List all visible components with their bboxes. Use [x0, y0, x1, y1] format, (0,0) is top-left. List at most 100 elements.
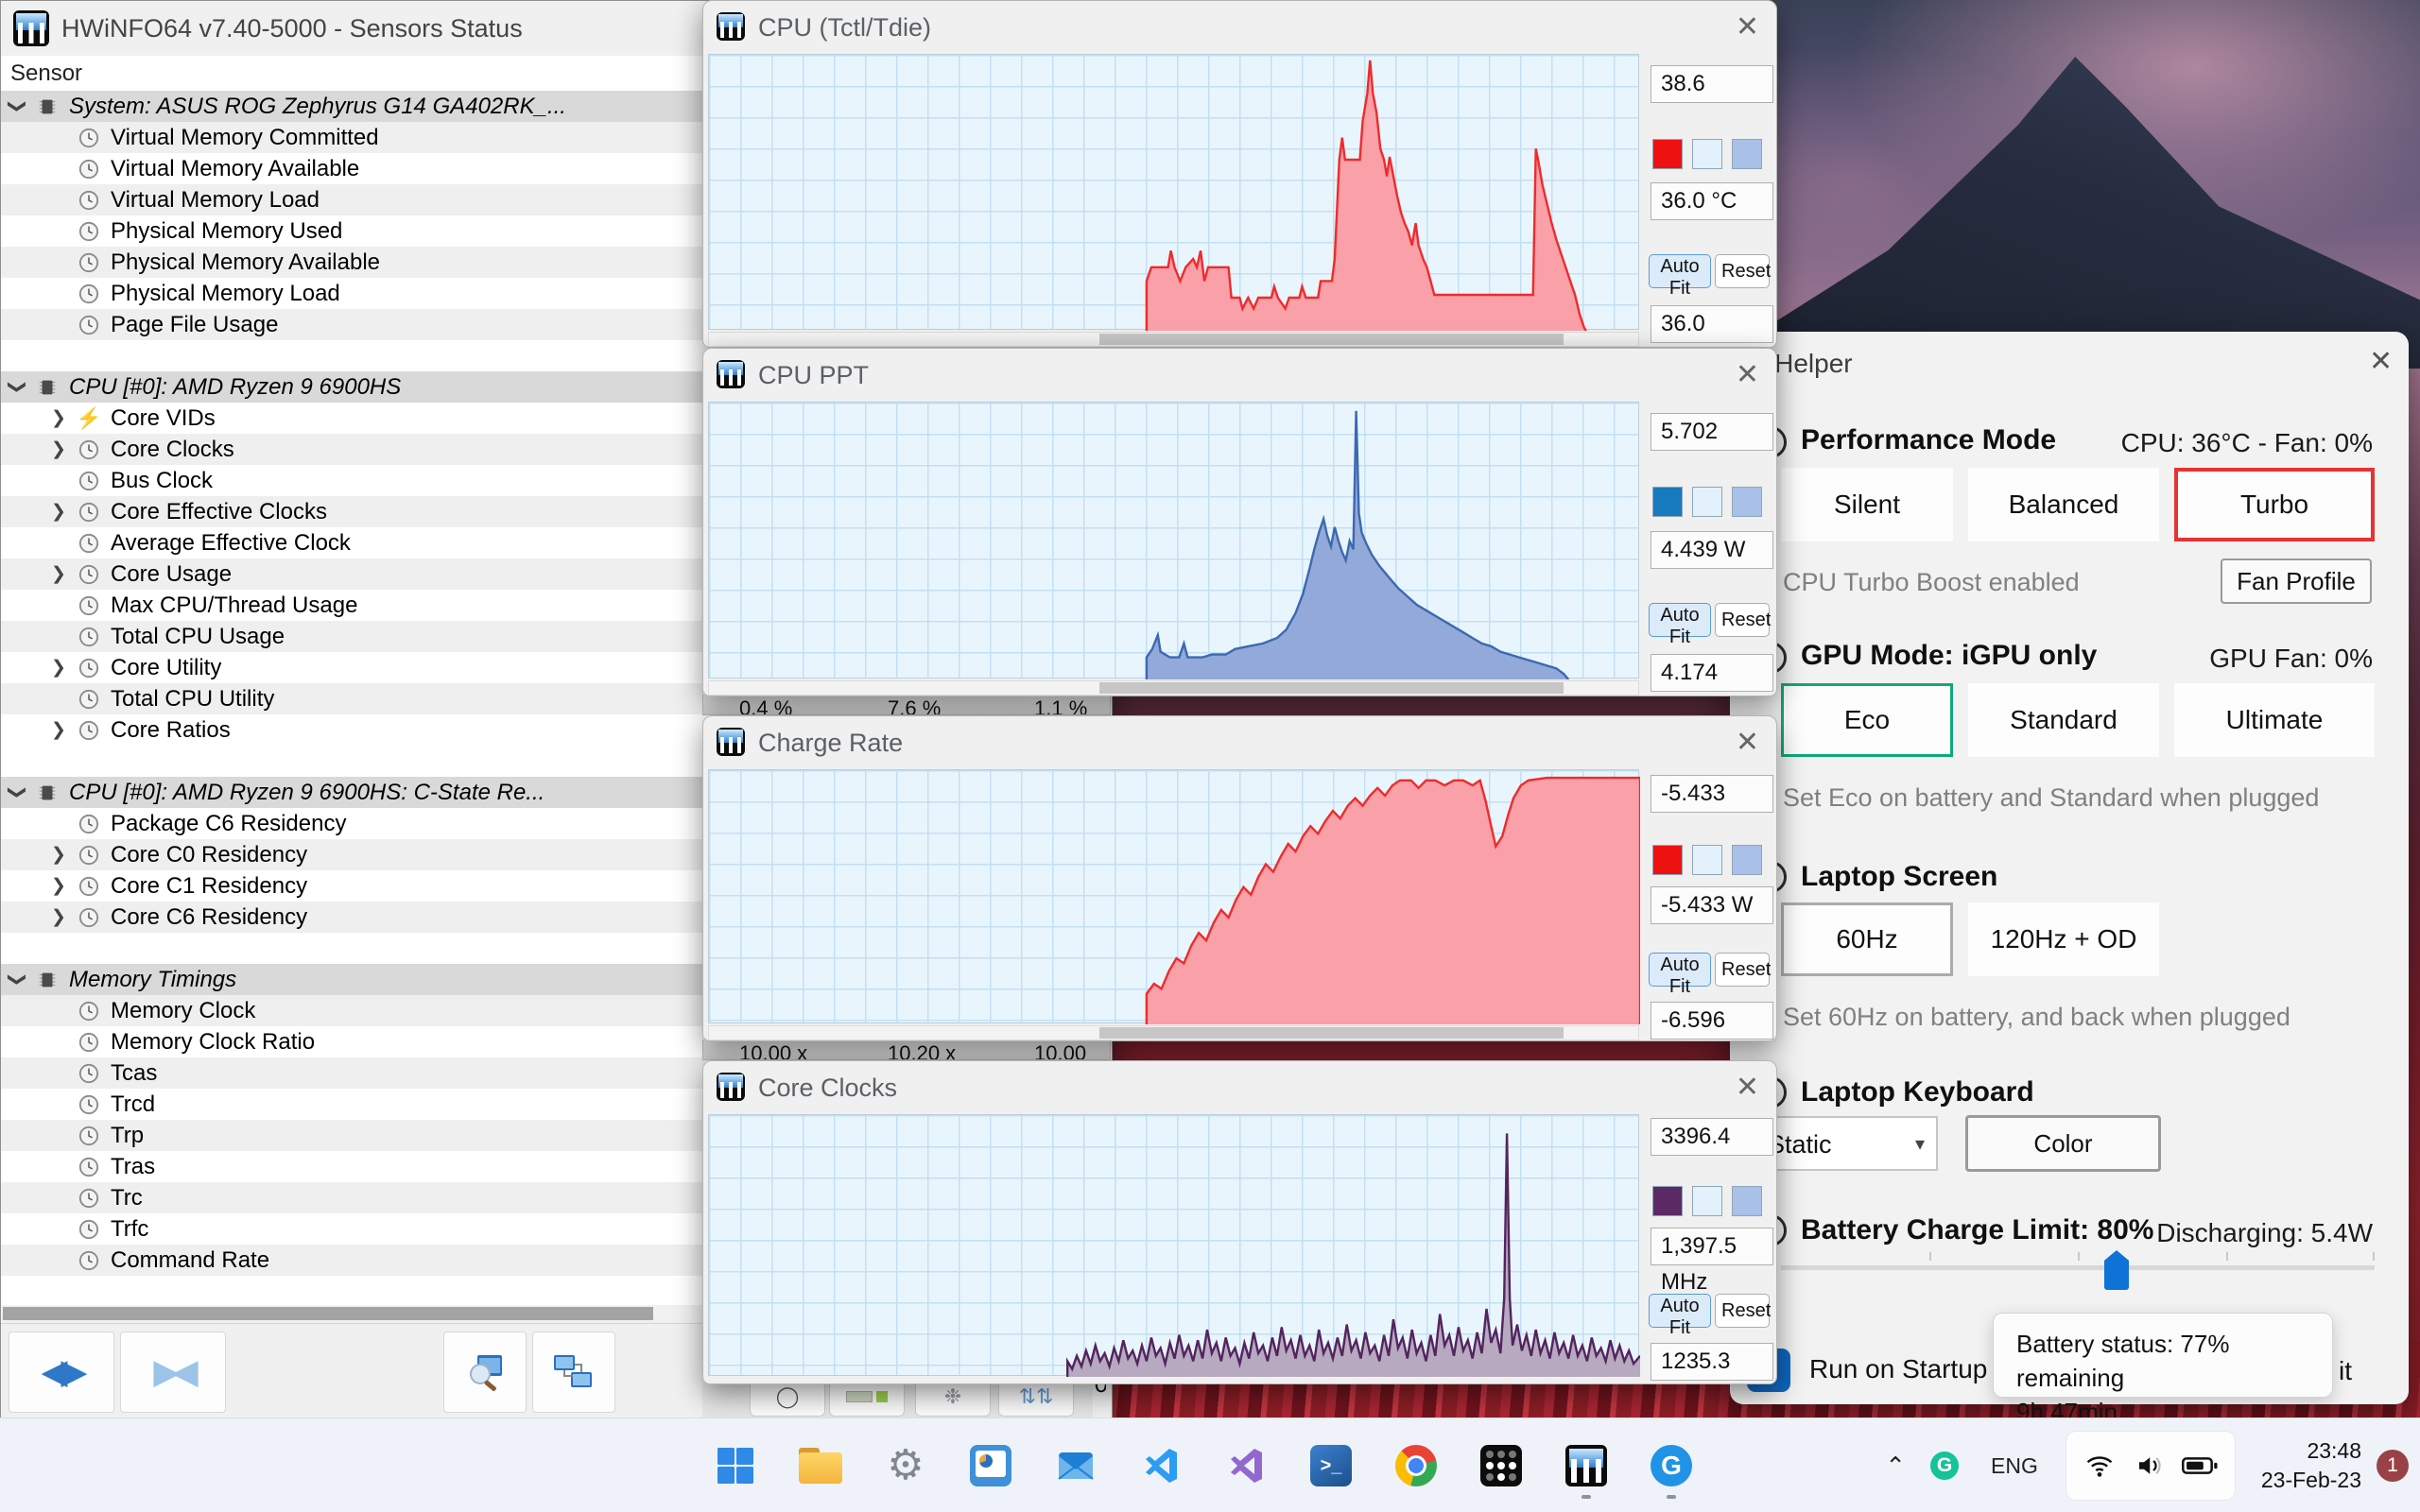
mode-turbo-button[interactable]: Turbo: [2174, 468, 2375, 541]
quick-settings[interactable]: [2066, 1432, 2235, 1500]
taskbar-icon-file-explorer[interactable]: [799, 1444, 842, 1487]
chevron-collapsed-icon[interactable]: ❯: [43, 407, 75, 429]
grid-color-swatch[interactable]: [1732, 845, 1762, 875]
graph-titlebar[interactable]: Core Clocks ✕: [703, 1061, 1776, 1114]
background-color-swatch[interactable]: [1692, 1186, 1722, 1216]
close-icon[interactable]: ✕: [1736, 1071, 1759, 1104]
chevron-collapsed-icon[interactable]: ❯: [43, 657, 75, 679]
chevron-collapsed-icon[interactable]: ❯: [43, 501, 75, 523]
graph-hscrollbar[interactable]: [708, 332, 1639, 347]
auto-fit-button[interactable]: Auto Fit: [1649, 603, 1711, 647]
taskbar-icon-mail[interactable]: [1054, 1444, 1098, 1487]
close-icon[interactable]: ✕: [1736, 726, 1759, 759]
close-icon[interactable]: ✕: [1736, 10, 1759, 43]
graph-title: Core Clocks: [758, 1074, 898, 1102]
reset-button[interactable]: Reset: [1715, 1294, 1771, 1328]
chevron-collapsed-icon[interactable]: ❯: [43, 875, 75, 897]
series-color-swatch[interactable]: [1652, 487, 1683, 517]
expand-columns-button[interactable]: ◀▶: [9, 1332, 114, 1413]
mode-silent-button[interactable]: Silent: [1781, 468, 1953, 541]
reset-button[interactable]: Reset: [1715, 603, 1771, 637]
quit-button-fragment[interactable]: it: [2339, 1356, 2352, 1386]
gpu-mode-heading: GPU Mode: iGPU only: [1801, 640, 2098, 671]
chevron-collapsed-icon[interactable]: ❯: [43, 563, 75, 585]
grid-color-swatch[interactable]: [1732, 139, 1762, 169]
chevron-expanded-icon[interactable]: ❯: [7, 777, 28, 808]
graph-titlebar[interactable]: Charge Rate ✕: [703, 716, 1776, 769]
keyboard-color-button[interactable]: Color: [1965, 1115, 2161, 1172]
chevron-collapsed-icon[interactable]: ❯: [43, 844, 75, 866]
auto-fit-button[interactable]: Auto Fit: [1649, 953, 1711, 997]
scrollbar-thumb[interactable]: [1098, 1027, 1564, 1039]
reset-button[interactable]: Reset: [1715, 953, 1771, 987]
strip-max-value: 7.6 %: [888, 696, 942, 715]
hscrollbar-thumb[interactable]: [3, 1307, 653, 1320]
clock-gauge-icon: [75, 1094, 103, 1115]
fan-profile-button[interactable]: Fan Profile: [2221, 558, 2372, 604]
tray-chevron-up-icon[interactable]: ⌃: [1885, 1452, 1906, 1481]
taskbar-icon-remote-tool[interactable]: [1479, 1444, 1523, 1487]
taskbar-icon-g-helper[interactable]: G: [1650, 1444, 1693, 1499]
tray-clock[interactable]: 23:48 23-Feb-23: [2261, 1436, 2361, 1495]
language-indicator[interactable]: ENG: [1991, 1453, 2038, 1479]
screen-60hz-button[interactable]: 60Hz: [1781, 902, 1953, 976]
auto-fit-button[interactable]: Auto Fit: [1649, 1294, 1711, 1338]
graph-window-cpu-ppt: CPU PPT ✕ 5.702 4.439 W Auto Fit Reset 4…: [702, 348, 1777, 696]
chevron-collapsed-icon[interactable]: ❯: [43, 438, 75, 460]
hwinfo-icon: [717, 728, 745, 756]
taskbar-icon-hwinfo[interactable]: [1564, 1444, 1608, 1499]
clock-gauge-icon: [75, 159, 103, 180]
series-color-swatch[interactable]: [1652, 139, 1683, 169]
chevron-collapsed-icon[interactable]: ❯: [43, 906, 75, 928]
grid-color-swatch[interactable]: [1732, 1186, 1762, 1216]
hwinfo-hscrollbar[interactable]: [1, 1305, 703, 1322]
graph-current-value: 1,397.5 MHz: [1651, 1228, 1773, 1295]
chevron-expanded-icon[interactable]: ❯: [7, 371, 28, 403]
mode-balanced-button[interactable]: Balanced: [1968, 468, 2159, 541]
taskbar-icon-start[interactable]: [714, 1444, 757, 1487]
screen-120hz-button[interactable]: 120Hz + OD: [1968, 902, 2159, 976]
chevron-collapsed-icon[interactable]: ❯: [43, 719, 75, 741]
clock-gauge-icon: [75, 439, 103, 460]
taskbar-icon-system-monitor[interactable]: [969, 1444, 1012, 1487]
gpu-standard-button[interactable]: Standard: [1968, 683, 2159, 757]
clock-gauge-icon: [75, 814, 103, 834]
background-color-swatch[interactable]: [1692, 845, 1722, 875]
gpu-eco-button[interactable]: Eco: [1781, 683, 1953, 757]
slider-handle[interactable]: [2104, 1250, 2129, 1290]
reset-button[interactable]: Reset: [1715, 254, 1771, 288]
taskbar-icon-visual-studio[interactable]: [1224, 1444, 1268, 1487]
graph-hscrollbar[interactable]: [708, 1025, 1639, 1040]
close-icon[interactable]: ✕: [2369, 345, 2393, 378]
close-icon[interactable]: ✕: [1736, 358, 1759, 391]
remote-sensors-button[interactable]: [532, 1332, 615, 1413]
gpu-ultimate-button[interactable]: Ultimate: [2174, 683, 2375, 757]
scrollbar-thumb[interactable]: [1098, 334, 1564, 345]
grid-color-swatch[interactable]: [1732, 487, 1762, 517]
auto-fit-button[interactable]: Auto Fit: [1649, 254, 1711, 299]
graph-plot-area: [708, 1114, 1640, 1377]
chevron-expanded-icon[interactable]: ❯: [7, 91, 28, 122]
wifi-icon: [2086, 1456, 2113, 1477]
taskbar-icon-powershell[interactable]: >_: [1309, 1444, 1353, 1487]
series-color-swatch[interactable]: [1652, 845, 1683, 875]
taskbar-icon-vscode[interactable]: [1139, 1444, 1183, 1487]
taskbar-icon-settings[interactable]: ⚙: [884, 1444, 927, 1487]
graph-titlebar[interactable]: CPU PPT ✕: [703, 349, 1776, 402]
clock-gauge-icon: [75, 627, 103, 647]
graph-titlebar[interactable]: CPU (Tctl/Tdie) ✕: [703, 1, 1776, 54]
sensor-search-button[interactable]: [443, 1332, 527, 1413]
series-color-swatch[interactable]: [1652, 1186, 1683, 1216]
grammarly-tray-icon[interactable]: G: [1930, 1452, 1960, 1480]
sensor-label: Trcd: [111, 1091, 156, 1117]
scrollbar-thumb[interactable]: [1098, 682, 1564, 694]
taskbar-icon-chrome[interactable]: [1394, 1444, 1438, 1487]
collapse-columns-button[interactable]: ▶◀: [120, 1332, 226, 1413]
notification-badge[interactable]: 1: [2377, 1450, 2409, 1482]
background-color-swatch[interactable]: [1692, 487, 1722, 517]
chevron-expanded-icon[interactable]: ❯: [7, 964, 28, 995]
graph-hscrollbar[interactable]: [708, 680, 1639, 696]
charge-limit-slider[interactable]: [1781, 1265, 2375, 1270]
partial-battery-button: [829, 1383, 905, 1417]
background-color-swatch[interactable]: [1692, 139, 1722, 169]
